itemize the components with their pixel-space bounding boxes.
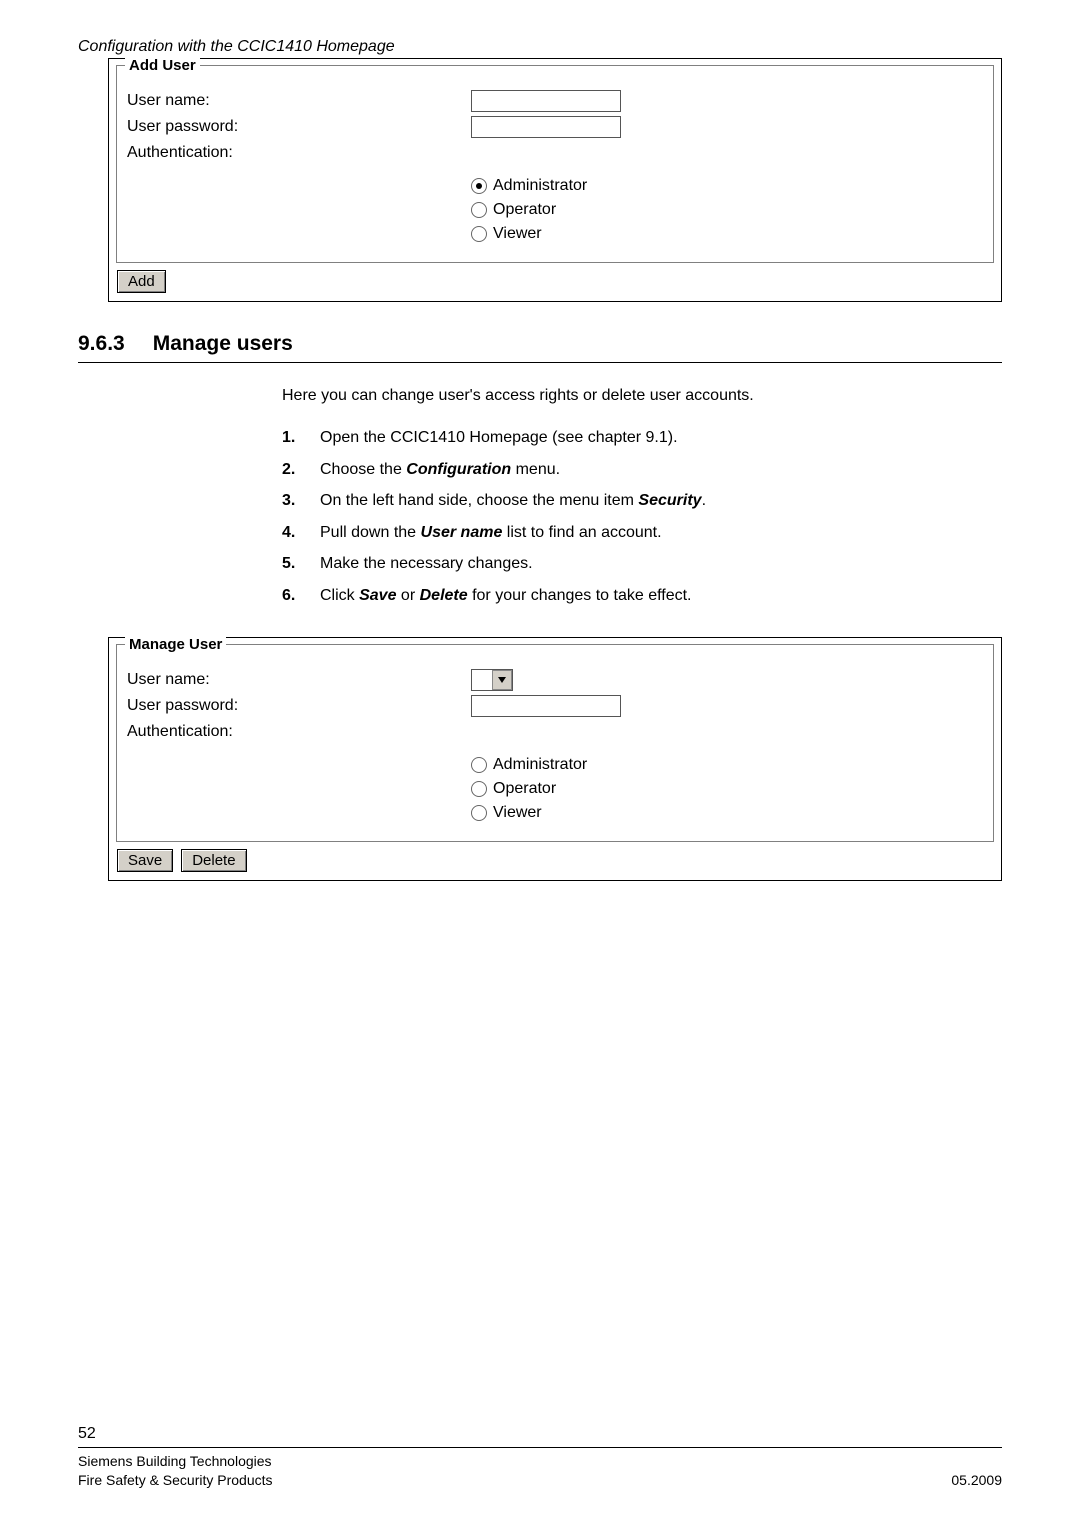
step-text: Click Save or Delete for your changes to… — [320, 585, 691, 607]
step-item: 3. On the left hand side, choose the menu… — [282, 490, 1002, 512]
step-number: 2. — [282, 459, 302, 481]
step-text: Open the CCIC1410 Homepage (see chapter … — [320, 427, 678, 449]
step-text: Choose the Configuration menu. — [320, 459, 560, 481]
save-button[interactable]: Save — [117, 849, 173, 872]
step-text: Make the necessary changes. — [320, 553, 533, 575]
radio-label: Administrator — [493, 177, 587, 195]
add-button[interactable]: Add — [117, 270, 166, 293]
manage-user-password-input[interactable] — [471, 695, 621, 717]
running-header: Configuration with the CCIC1410 Homepage — [78, 38, 1002, 56]
step-number: 5. — [282, 553, 302, 575]
step-number: 3. — [282, 490, 302, 512]
step-text: Pull down the User name list to find an … — [320, 522, 662, 544]
steps-list: 1. Open the CCIC1410 Homepage (see chapte… — [282, 427, 1002, 607]
radio-icon — [471, 781, 487, 797]
radio-icon — [471, 226, 487, 242]
radio-label: Administrator — [493, 756, 587, 774]
radio-label: Viewer — [493, 804, 542, 822]
step-item: 4. Pull down the User name list to find a… — [282, 522, 1002, 544]
add-user-name-label: User name: — [127, 92, 471, 110]
footer-line2-left: Fire Safety & Security Products — [78, 1471, 273, 1491]
delete-button[interactable]: Delete — [181, 849, 246, 872]
step-item: 5. Make the necessary changes. — [282, 553, 1002, 575]
page-footer: 52 Siemens Building Technologies Fire Sa… — [78, 1425, 1002, 1491]
manage-user-auth-viewer[interactable]: Viewer — [471, 801, 983, 825]
add-user-password-label: User password: — [127, 118, 471, 136]
add-user-auth-operator[interactable]: Operator — [471, 198, 983, 222]
add-user-name-input[interactable] — [471, 90, 621, 112]
page: Configuration with the CCIC1410 Homepage… — [0, 0, 1080, 1527]
radio-icon — [471, 202, 487, 218]
intro-paragraph: Here you can change user's access rights… — [282, 387, 1002, 405]
section-body: Here you can change user's access rights… — [282, 387, 1002, 607]
add-user-auth-label: Authentication: — [127, 144, 471, 162]
manage-user-name-label: User name: — [127, 671, 471, 689]
add-user-password-input[interactable] — [471, 116, 621, 138]
step-text: On the left hand side, choose the menu i… — [320, 490, 706, 512]
manage-user-auth-operator[interactable]: Operator — [471, 777, 983, 801]
add-user-legend: Add User — [125, 57, 200, 74]
radio-label: Viewer — [493, 225, 542, 243]
step-number: 4. — [282, 522, 302, 544]
step-item: 6. Click Save or Delete for your changes … — [282, 585, 1002, 607]
footer-line2-right: 05.2009 — [951, 1471, 1002, 1491]
add-user-panel: Add User User name: User password: Authe… — [108, 58, 1002, 302]
section-title: Manage users — [153, 332, 293, 356]
step-number: 1. — [282, 427, 302, 449]
manage-user-panel: Manage User User name: User password: Au… — [108, 637, 1002, 881]
section-number: 9.6.3 — [78, 332, 125, 356]
section-heading: 9.6.3 Manage users — [78, 332, 1002, 356]
step-item: 2. Choose the Configuration menu. — [282, 459, 1002, 481]
manage-user-legend: Manage User — [125, 636, 226, 653]
footer-rule — [78, 1447, 1002, 1448]
radio-icon — [471, 805, 487, 821]
manage-user-auth-admin[interactable]: Administrator — [471, 753, 983, 777]
add-user-auth-viewer[interactable]: Viewer — [471, 222, 983, 246]
radio-icon — [471, 178, 487, 194]
add-user-auth-admin[interactable]: Administrator — [471, 174, 983, 198]
radio-label: Operator — [493, 201, 556, 219]
chevron-down-icon — [492, 670, 512, 690]
radio-label: Operator — [493, 780, 556, 798]
manage-user-auth-label: Authentication: — [127, 723, 471, 741]
step-number: 6. — [282, 585, 302, 607]
radio-icon — [471, 757, 487, 773]
page-number: 52 — [78, 1425, 1002, 1443]
manage-user-password-label: User password: — [127, 697, 471, 715]
step-item: 1. Open the CCIC1410 Homepage (see chapte… — [282, 427, 1002, 449]
footer-line1-left: Siemens Building Technologies — [78, 1452, 272, 1472]
manage-user-name-select[interactable] — [471, 669, 513, 691]
section-rule — [78, 362, 1002, 363]
